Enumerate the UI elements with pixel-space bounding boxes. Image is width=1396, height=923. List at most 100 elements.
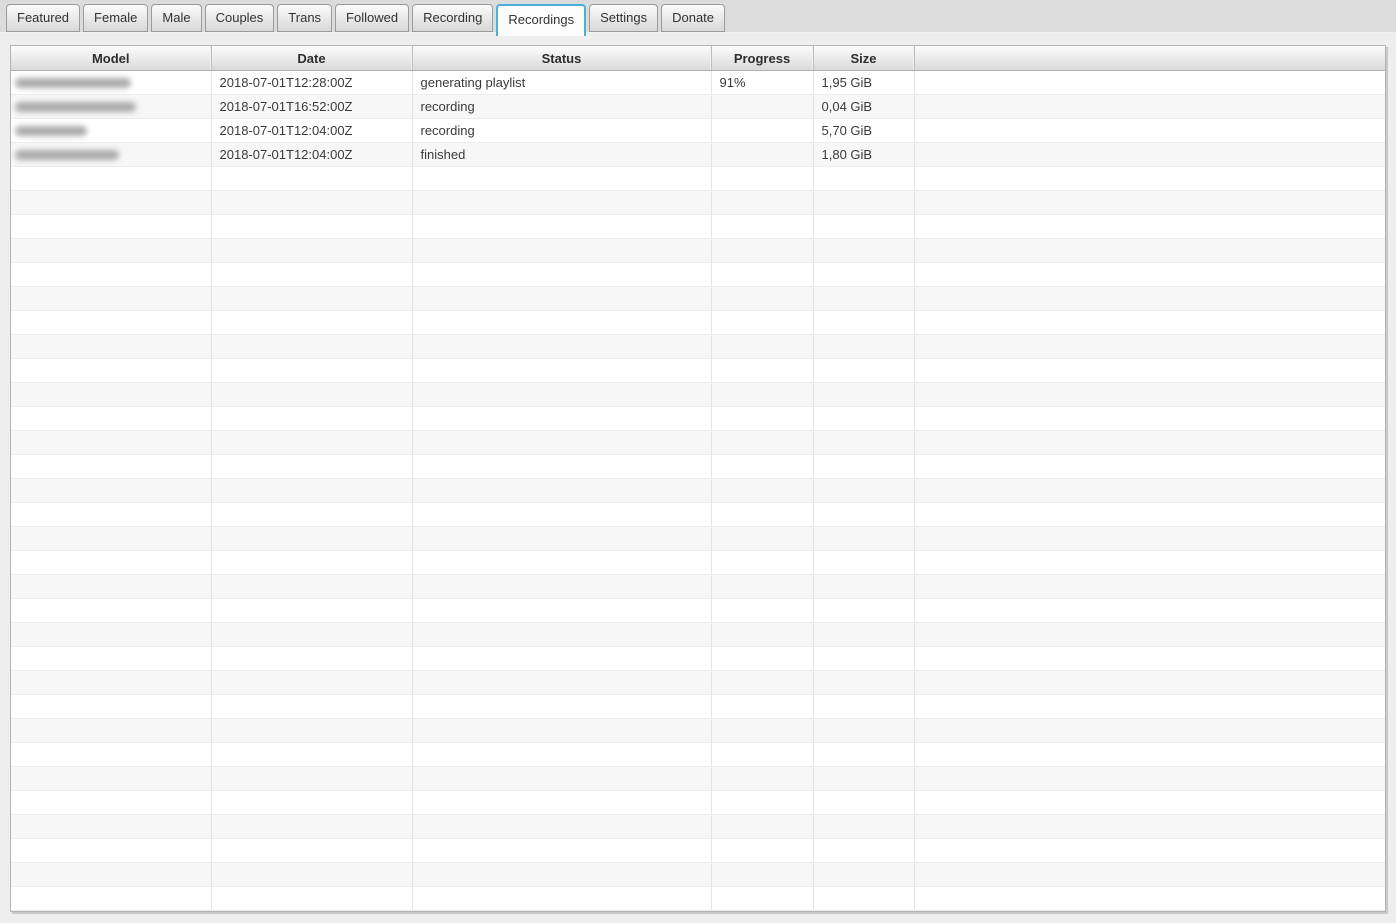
- cell-model: [11, 71, 211, 95]
- cell-size-empty: [813, 503, 914, 527]
- cell-model-empty: [11, 815, 211, 839]
- empty-row: [11, 647, 1385, 671]
- cell-model-empty: [11, 767, 211, 791]
- empty-row: [11, 815, 1385, 839]
- cell-blank-empty: [914, 383, 1385, 407]
- cell-date-empty: [211, 743, 412, 767]
- cell-model-empty: [11, 839, 211, 863]
- empty-row: [11, 863, 1385, 887]
- tab-trans[interactable]: Trans: [277, 4, 332, 32]
- cell-model-empty: [11, 383, 211, 407]
- cell-model-empty: [11, 743, 211, 767]
- cell-progress-empty: [711, 383, 813, 407]
- cell-progress-empty: [711, 839, 813, 863]
- cell-date: 2018-07-01T16:52:00Z: [211, 95, 412, 119]
- cell-blank-empty: [914, 623, 1385, 647]
- table-row[interactable]: 2018-07-01T12:04:00Zfinished1,80 GiB: [11, 143, 1385, 167]
- cell-blank-empty: [914, 743, 1385, 767]
- cell-size-empty: [813, 551, 914, 575]
- tab-featured[interactable]: Featured: [6, 4, 80, 32]
- tab-male[interactable]: Male: [151, 4, 201, 32]
- cell-date-empty: [211, 719, 412, 743]
- cell-progress-empty: [711, 191, 813, 215]
- empty-row: [11, 599, 1385, 623]
- empty-row: [11, 839, 1385, 863]
- cell-size-empty: [813, 431, 914, 455]
- empty-row: [11, 215, 1385, 239]
- cell-size-empty: [813, 623, 914, 647]
- model-name-redacted: [15, 150, 119, 160]
- cell-size-empty: [813, 407, 914, 431]
- cell-progress-empty: [711, 671, 813, 695]
- cell-date-empty: [211, 503, 412, 527]
- recordings-panel: ModelDateStatusProgressSize 2018-07-01T1…: [10, 45, 1386, 912]
- cell-date-empty: [211, 191, 412, 215]
- cell-model: [11, 143, 211, 167]
- column-header-blank[interactable]: [914, 46, 1385, 71]
- cell-size-empty: [813, 695, 914, 719]
- cell-date-empty: [211, 815, 412, 839]
- tab-settings[interactable]: Settings: [589, 4, 658, 32]
- cell-model-empty: [11, 791, 211, 815]
- cell-progress-empty: [711, 623, 813, 647]
- column-header-model[interactable]: Model: [11, 46, 211, 71]
- cell-status: recording: [412, 119, 711, 143]
- cell-progress-empty: [711, 551, 813, 575]
- tab-bar: FeaturedFemaleMaleCouplesTransFollowedRe…: [0, 0, 1396, 33]
- tab-recordings[interactable]: Recordings: [496, 4, 586, 36]
- column-header-date[interactable]: Date: [211, 46, 412, 71]
- model-name-redacted: [15, 102, 136, 112]
- empty-row: [11, 527, 1385, 551]
- empty-row: [11, 719, 1385, 743]
- cell-size-empty: [813, 887, 914, 911]
- table-row[interactable]: 2018-07-01T12:28:00Zgenerating playlist9…: [11, 71, 1385, 95]
- cell-progress-empty: [711, 527, 813, 551]
- cell-progress-empty: [711, 167, 813, 191]
- cell-size-empty: [813, 311, 914, 335]
- column-header-size[interactable]: Size: [813, 46, 914, 71]
- empty-row: [11, 407, 1385, 431]
- cell-size: 1,95 GiB: [813, 71, 914, 95]
- empty-row: [11, 359, 1385, 383]
- table-row[interactable]: 2018-07-01T12:04:00Zrecording5,70 GiB: [11, 119, 1385, 143]
- cell-model-empty: [11, 623, 211, 647]
- cell-date: 2018-07-01T12:04:00Z: [211, 119, 412, 143]
- tab-donate[interactable]: Donate: [661, 4, 725, 32]
- cell-model-empty: [11, 359, 211, 383]
- cell-progress-empty: [711, 479, 813, 503]
- cell-status-empty: [412, 263, 711, 287]
- tab-recording[interactable]: Recording: [412, 4, 493, 32]
- cell-blank-empty: [914, 263, 1385, 287]
- cell-date-empty: [211, 359, 412, 383]
- cell-blank-empty: [914, 719, 1385, 743]
- table-row[interactable]: 2018-07-01T16:52:00Zrecording0,04 GiB: [11, 95, 1385, 119]
- cell-size-empty: [813, 359, 914, 383]
- tab-followed[interactable]: Followed: [335, 4, 409, 32]
- cell-progress-empty: [711, 575, 813, 599]
- empty-row: [11, 479, 1385, 503]
- column-header-progress[interactable]: Progress: [711, 46, 813, 71]
- cell-blank-empty: [914, 167, 1385, 191]
- cell-size: 1,80 GiB: [813, 143, 914, 167]
- cell-status-empty: [412, 407, 711, 431]
- empty-row: [11, 767, 1385, 791]
- cell-blank-empty: [914, 215, 1385, 239]
- tab-couples[interactable]: Couples: [205, 4, 275, 32]
- cell-status-empty: [412, 575, 711, 599]
- cell-progress-empty: [711, 647, 813, 671]
- cell-model-empty: [11, 695, 211, 719]
- cell-status-empty: [412, 215, 711, 239]
- cell-progress-empty: [711, 599, 813, 623]
- cell-status-empty: [412, 863, 711, 887]
- cell-model-empty: [11, 167, 211, 191]
- cell-date: 2018-07-01T12:04:00Z: [211, 143, 412, 167]
- cell-date-empty: [211, 767, 412, 791]
- column-header-status[interactable]: Status: [412, 46, 711, 71]
- cell-progress-empty: [711, 215, 813, 239]
- cell-model-empty: [11, 719, 211, 743]
- cell-status-empty: [412, 191, 711, 215]
- model-name-redacted: [15, 126, 87, 136]
- tab-female[interactable]: Female: [83, 4, 148, 32]
- cell-status-empty: [412, 455, 711, 479]
- cell-blank-empty: [914, 551, 1385, 575]
